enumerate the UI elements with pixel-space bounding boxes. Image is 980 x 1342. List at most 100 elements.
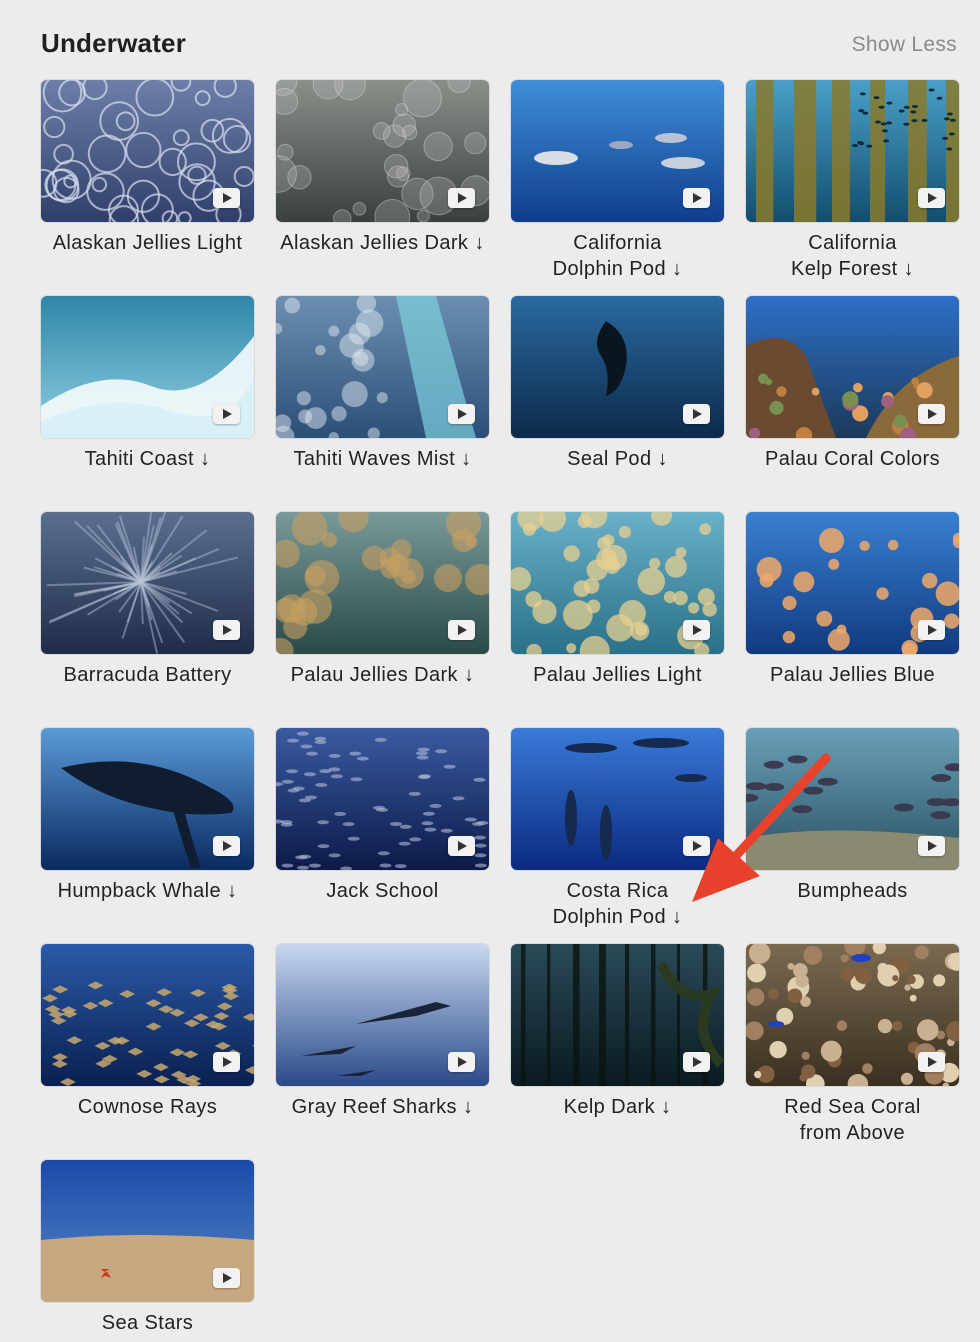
download-arrow-icon[interactable]: ↓	[661, 1096, 671, 1118]
download-arrow-icon[interactable]: ↓	[904, 258, 914, 280]
play-icon[interactable]	[448, 188, 475, 208]
download-arrow-icon[interactable]: ↓	[474, 232, 484, 254]
thumbnail[interactable]	[511, 728, 724, 870]
play-icon[interactable]	[683, 1052, 710, 1072]
play-icon[interactable]	[448, 620, 475, 640]
thumbnail[interactable]	[276, 296, 489, 438]
screensaver-tile[interactable]: Palau Coral Colors	[746, 296, 959, 472]
tile-label: Sea Stars	[41, 1310, 254, 1336]
thumbnail[interactable]	[746, 296, 959, 438]
tile-label: Cownose Rays	[41, 1094, 254, 1120]
play-icon[interactable]	[448, 1052, 475, 1072]
play-icon[interactable]	[918, 836, 945, 856]
screensaver-tile[interactable]: Costa Rica Dolphin Pod ↓	[511, 728, 724, 930]
section-title: Underwater	[41, 28, 187, 58]
thumbnail[interactable]	[41, 728, 254, 870]
thumbnail[interactable]	[511, 944, 724, 1086]
screensaver-tile[interactable]: California Kelp Forest ↓	[746, 80, 959, 282]
show-less-button[interactable]: Show Less	[852, 33, 957, 57]
thumbnail[interactable]	[276, 80, 489, 222]
screensaver-tile[interactable]: Barracuda Battery	[41, 512, 254, 688]
thumbnail[interactable]	[276, 512, 489, 654]
screensaver-tile[interactable]: Alaskan Jellies Dark ↓	[276, 80, 489, 256]
underwater-section: Underwater Show Less Alaskan Jellies Lig…	[0, 0, 980, 1342]
download-arrow-icon[interactable]: ↓	[200, 448, 210, 470]
play-icon[interactable]	[918, 404, 945, 424]
play-icon[interactable]	[213, 404, 240, 424]
screensaver-tile[interactable]: Kelp Dark ↓	[511, 944, 724, 1120]
tile-label: Red Sea Coral from Above	[746, 1094, 959, 1146]
play-icon[interactable]	[683, 620, 710, 640]
thumbnail[interactable]	[41, 1160, 254, 1302]
play-icon[interactable]	[448, 836, 475, 856]
download-arrow-icon[interactable]: ↓	[464, 664, 474, 686]
tile-label-line1: Bumpheads	[797, 880, 908, 902]
download-arrow-icon[interactable]: ↓	[657, 448, 667, 470]
tile-label-line1: Seal Pod	[567, 448, 652, 470]
thumbnail[interactable]	[41, 944, 254, 1086]
tile-label-line1: Gray Reef Sharks	[291, 1096, 457, 1118]
tile-label-line2: from Above	[799, 1122, 906, 1144]
screensaver-tile[interactable]: Cownose Rays	[41, 944, 254, 1120]
tile-label: Kelp Dark ↓	[511, 1094, 724, 1120]
screensaver-tile[interactable]: Seal Pod ↓	[511, 296, 724, 472]
screensaver-tile[interactable]: Jack School	[276, 728, 489, 904]
screensaver-tile[interactable]: Sea Stars	[41, 1160, 254, 1336]
play-icon[interactable]	[213, 1052, 240, 1072]
screensaver-tile[interactable]: Gray Reef Sharks ↓	[276, 944, 489, 1120]
play-icon[interactable]	[213, 620, 240, 640]
thumbnail[interactable]	[746, 512, 959, 654]
play-icon[interactable]	[213, 1268, 240, 1288]
play-icon[interactable]	[213, 836, 240, 856]
play-icon[interactable]	[448, 404, 475, 424]
play-icon[interactable]	[683, 404, 710, 424]
screensaver-tile[interactable]: Palau Jellies Light	[511, 512, 724, 688]
screensaver-tile[interactable]: Palau Jellies Blue	[746, 512, 959, 688]
tile-label: Bumpheads	[746, 878, 959, 904]
thumbnail[interactable]	[746, 80, 959, 222]
tile-label-line1: Palau Jellies Dark	[290, 664, 458, 686]
thumbnail[interactable]	[511, 296, 724, 438]
screensaver-tile[interactable]: Humpback Whale ↓	[41, 728, 254, 904]
download-arrow-icon[interactable]: ↓	[672, 258, 682, 280]
screensaver-tile[interactable]: Red Sea Coral from Above	[746, 944, 959, 1146]
thumbnail[interactable]	[746, 944, 959, 1086]
tile-label: Palau Coral Colors	[746, 446, 959, 472]
screensaver-tile[interactable]: Alaskan Jellies Light	[41, 80, 254, 256]
download-arrow-icon[interactable]: ↓	[227, 880, 237, 902]
tile-label-line1: Alaskan Jellies Dark	[280, 232, 469, 254]
download-arrow-icon[interactable]: ↓	[672, 906, 682, 928]
play-icon[interactable]	[918, 1052, 945, 1072]
screensaver-tile[interactable]: Tahiti Coast ↓	[41, 296, 254, 472]
play-icon[interactable]	[918, 188, 945, 208]
tile-label-line2: Dolphin Pod	[552, 906, 666, 928]
thumbnail[interactable]	[276, 728, 489, 870]
thumbnail[interactable]	[41, 80, 254, 222]
thumbnail[interactable]	[511, 80, 724, 222]
tile-label-line1: Palau Jellies Blue	[769, 664, 936, 686]
tile-label-line1: Red Sea Coral	[784, 1096, 921, 1118]
tile-label: Palau Jellies Blue	[746, 662, 959, 688]
screensaver-tile[interactable]: Bumpheads	[746, 728, 959, 904]
thumbnail[interactable]	[41, 296, 254, 438]
tile-label-line1: Cownose Rays	[77, 1096, 218, 1118]
download-arrow-icon[interactable]: ↓	[461, 448, 471, 470]
play-icon[interactable]	[683, 836, 710, 856]
thumbnail[interactable]	[511, 512, 724, 654]
screensaver-tile[interactable]: California Dolphin Pod ↓	[511, 80, 724, 282]
tile-label: Palau Jellies Dark ↓	[276, 662, 489, 688]
tile-label-line1: Sea Stars	[101, 1312, 194, 1334]
play-icon[interactable]	[213, 188, 240, 208]
thumbnail[interactable]	[276, 944, 489, 1086]
tile-label-line2: Dolphin Pod	[552, 258, 666, 280]
play-icon[interactable]	[683, 188, 710, 208]
screensaver-tile[interactable]: Palau Jellies Dark ↓	[276, 512, 489, 688]
play-icon[interactable]	[918, 620, 945, 640]
tile-label-line1: Costa Rica	[566, 880, 669, 902]
thumbnail[interactable]	[746, 728, 959, 870]
tile-label-line1: Jack School	[326, 880, 439, 902]
tile-label: Tahiti Waves Mist ↓	[276, 446, 489, 472]
screensaver-tile[interactable]: Tahiti Waves Mist ↓	[276, 296, 489, 472]
download-arrow-icon[interactable]: ↓	[463, 1096, 473, 1118]
thumbnail[interactable]	[41, 512, 254, 654]
